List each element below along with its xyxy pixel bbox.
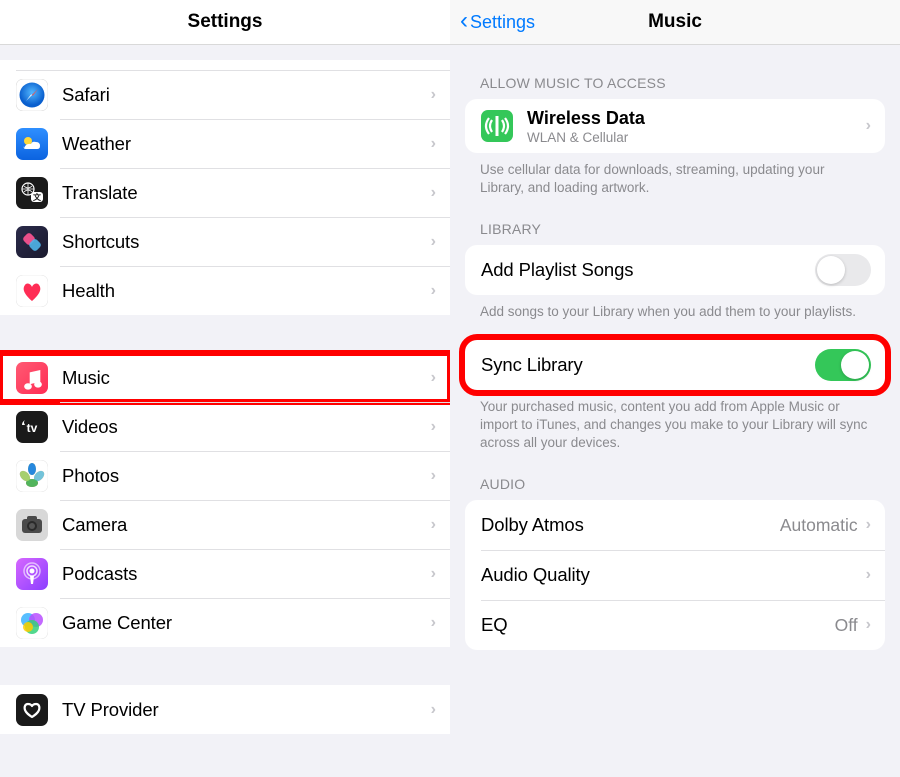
- settings-row-tvprovider[interactable]: TV Provider ›: [0, 685, 450, 734]
- library-group-2: Sync Library: [465, 340, 885, 390]
- chevron-right-icon: ›: [431, 369, 436, 387]
- row-sync-library[interactable]: Sync Library: [465, 340, 885, 390]
- music-title: Music: [648, 11, 702, 33]
- chevron-right-icon: ›: [866, 516, 871, 534]
- settings-title: Settings: [188, 11, 263, 33]
- videos-icon: tv: [16, 411, 48, 443]
- settings-row-camera[interactable]: Camera ›: [0, 500, 450, 549]
- tvprovider-icon: [16, 694, 48, 726]
- row-add-playlist-songs[interactable]: Add Playlist Songs: [465, 245, 885, 295]
- settings-row-gamecenter[interactable]: Game Center ›: [0, 598, 450, 647]
- row-label: Health: [62, 280, 431, 302]
- chevron-right-icon: ›: [431, 282, 436, 300]
- chevron-right-icon: ›: [431, 516, 436, 534]
- section-header-access: ALLOW MUSIC TO ACCESS: [450, 45, 900, 99]
- row-label: Podcasts: [62, 563, 431, 585]
- svg-text:文: 文: [33, 192, 42, 202]
- row-label: Safari: [62, 84, 431, 106]
- audio-group: Dolby Atmos Automatic › Audio Quality › …: [465, 500, 885, 650]
- chevron-right-icon: ›: [431, 467, 436, 485]
- row-label: Camera: [62, 514, 431, 536]
- row-label: Shortcuts: [62, 231, 431, 253]
- safari-icon: [16, 79, 48, 111]
- chevron-right-icon: ›: [866, 566, 871, 584]
- settings-row-videos[interactable]: tv Videos ›: [0, 402, 450, 451]
- camera-icon: [16, 509, 48, 541]
- row-label: Photos: [62, 465, 431, 487]
- settings-row-weather[interactable]: Weather ›: [0, 119, 450, 168]
- podcasts-icon: [16, 558, 48, 590]
- row-eq[interactable]: EQ Off ›: [465, 600, 885, 650]
- settings-row-translate[interactable]: 文 Translate ›: [0, 168, 450, 217]
- health-icon: [16, 275, 48, 307]
- section-header-audio: AUDIO: [450, 452, 900, 500]
- access-footer: Use cellular data for downloads, streami…: [450, 153, 900, 197]
- toggle-sync-library[interactable]: [815, 349, 871, 381]
- settings-row-safari[interactable]: Safari ›: [0, 70, 450, 119]
- wireless-sub: WLAN & Cellular: [527, 130, 866, 145]
- settings-row-podcasts[interactable]: Podcasts ›: [0, 549, 450, 598]
- row-label: Weather: [62, 133, 431, 155]
- back-label: Settings: [470, 12, 535, 33]
- row-value: Automatic: [780, 515, 858, 536]
- settings-row-photos[interactable]: Photos ›: [0, 451, 450, 500]
- chevron-right-icon: ›: [866, 117, 871, 135]
- wireless-title: Wireless Data: [527, 108, 866, 129]
- photos-icon: [16, 460, 48, 492]
- row-label: Music: [62, 367, 431, 389]
- shortcuts-icon: [16, 226, 48, 258]
- row-wireless-data[interactable]: Wireless Data WLAN & Cellular ›: [465, 99, 885, 153]
- chevron-right-icon: ›: [431, 565, 436, 583]
- wireless-icon: [481, 110, 513, 142]
- toggle-add-playlist[interactable]: [815, 254, 871, 286]
- chevron-left-icon: ‹: [460, 9, 468, 33]
- sync-library-footer: Your purchased music, content you add fr…: [450, 390, 900, 453]
- settings-pane: Settings Safari › Weather ›: [0, 0, 450, 777]
- music-icon: [16, 362, 48, 394]
- row-label: Videos: [62, 416, 431, 438]
- access-group: Wireless Data WLAN & Cellular ›: [465, 99, 885, 153]
- settings-group-3: TV Provider ›: [0, 685, 450, 734]
- weather-icon: [16, 128, 48, 160]
- row-label: Sync Library: [481, 354, 815, 376]
- settings-group-1: Safari › Weather › 文 Translate ›: [0, 60, 450, 315]
- chevron-right-icon: ›: [431, 233, 436, 251]
- row-value: Off: [835, 615, 858, 636]
- chevron-right-icon: ›: [431, 86, 436, 104]
- settings-group-2: Music › tv Videos › Photos ›: [0, 353, 450, 647]
- settings-row-shortcuts[interactable]: Shortcuts ›: [0, 217, 450, 266]
- back-button[interactable]: ‹ Settings: [460, 11, 535, 33]
- row-label: Dolby Atmos: [481, 514, 780, 536]
- row-label: EQ: [481, 614, 835, 636]
- chevron-right-icon: ›: [431, 418, 436, 436]
- settings-row-music[interactable]: Music ›: [0, 353, 450, 402]
- section-header-library: LIBRARY: [450, 197, 900, 245]
- chevron-right-icon: ›: [431, 614, 436, 632]
- settings-header: Settings: [0, 0, 450, 45]
- translate-icon: 文: [16, 177, 48, 209]
- chevron-right-icon: ›: [431, 701, 436, 719]
- row-label: TV Provider: [62, 699, 431, 721]
- row-label: Audio Quality: [481, 564, 866, 586]
- svg-text:tv: tv: [27, 421, 38, 435]
- row-label: Add Playlist Songs: [481, 259, 815, 281]
- row-label: Translate: [62, 182, 431, 204]
- gamecenter-icon: [16, 607, 48, 639]
- settings-row-health[interactable]: Health ›: [0, 266, 450, 315]
- chevron-right-icon: ›: [866, 616, 871, 634]
- add-playlist-footer: Add songs to your Library when you add t…: [450, 295, 900, 321]
- chevron-right-icon: ›: [431, 135, 436, 153]
- music-header: ‹ Settings Music: [450, 0, 900, 45]
- chevron-right-icon: ›: [431, 184, 436, 202]
- music-settings-pane: ‹ Settings Music ALLOW MUSIC TO ACCESS W…: [450, 0, 900, 777]
- row-label: Game Center: [62, 612, 431, 634]
- row-audio-quality[interactable]: Audio Quality ›: [465, 550, 885, 600]
- library-group-1: Add Playlist Songs: [465, 245, 885, 295]
- row-dolby-atmos[interactable]: Dolby Atmos Automatic ›: [465, 500, 885, 550]
